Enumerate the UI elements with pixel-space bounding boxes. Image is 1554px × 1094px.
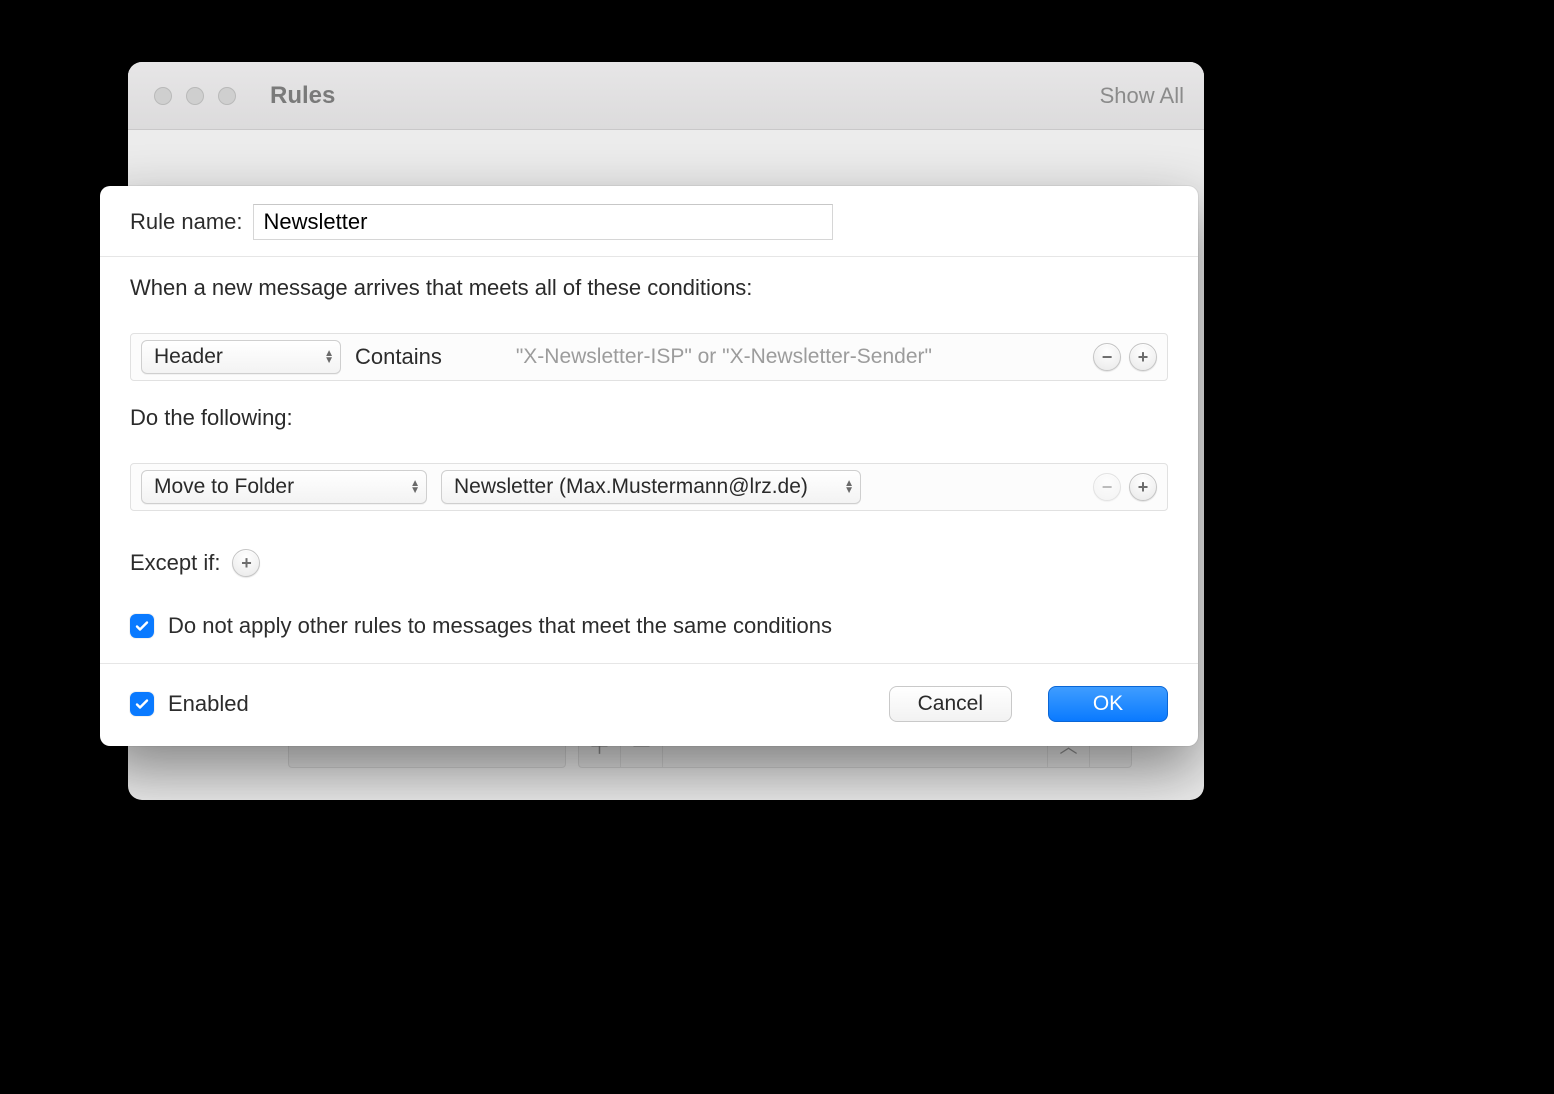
zoom-window-icon[interactable] bbox=[218, 87, 236, 105]
rule-body-section: When a new message arrives that meets al… bbox=[100, 257, 1198, 663]
condition-value-placeholder[interactable]: "X-Newsletter-ISP" or "X-Newsletter-Send… bbox=[516, 345, 932, 369]
remove-condition-button[interactable]: − bbox=[1093, 343, 1121, 371]
window-titlebar: Rules Show All bbox=[128, 62, 1204, 130]
action-row: Move to Folder ▲▼ Newsletter (Max.Muster… bbox=[130, 463, 1168, 511]
condition-field-value: Header bbox=[154, 345, 223, 369]
stop-processing-checkbox[interactable] bbox=[130, 614, 154, 638]
action-type-popup[interactable]: Move to Folder ▲▼ bbox=[141, 470, 427, 504]
plus-icon: + bbox=[1138, 348, 1149, 366]
window-controls bbox=[154, 87, 236, 105]
except-if-label: Except if: bbox=[130, 550, 220, 576]
minus-icon: − bbox=[1102, 348, 1113, 366]
enabled-row: Enabled bbox=[130, 691, 249, 717]
rule-name-section: Rule name: bbox=[100, 186, 1198, 256]
remove-action-button: − bbox=[1093, 473, 1121, 501]
action-type-value: Move to Folder bbox=[154, 475, 294, 499]
show-all-button[interactable]: Show All bbox=[1100, 83, 1184, 109]
condition-operator-label: Contains bbox=[355, 344, 442, 370]
add-action-button[interactable]: + bbox=[1129, 473, 1157, 501]
add-exception-button[interactable]: + bbox=[232, 549, 260, 577]
plus-icon: + bbox=[1138, 478, 1149, 496]
actions-heading: Do the following: bbox=[130, 405, 1168, 431]
enabled-checkbox[interactable] bbox=[130, 692, 154, 716]
cancel-button[interactable]: Cancel bbox=[889, 686, 1012, 722]
stop-processing-label: Do not apply other rules to messages tha… bbox=[168, 613, 832, 639]
stepper-arrows-icon: ▲▼ bbox=[844, 480, 854, 494]
close-window-icon[interactable] bbox=[154, 87, 172, 105]
stepper-arrows-icon: ▲▼ bbox=[324, 350, 334, 364]
enabled-label: Enabled bbox=[168, 691, 249, 717]
minus-icon: − bbox=[1102, 478, 1113, 496]
except-if-row: Except if: + bbox=[130, 549, 1168, 577]
minimize-window-icon[interactable] bbox=[186, 87, 204, 105]
stop-processing-row: Do not apply other rules to messages tha… bbox=[130, 613, 1168, 639]
ok-button[interactable]: OK bbox=[1048, 686, 1168, 722]
check-icon bbox=[134, 618, 150, 634]
rule-name-label: Rule name: bbox=[130, 209, 243, 235]
sheet-footer: Enabled Cancel OK bbox=[100, 663, 1198, 746]
window-title: Rules bbox=[270, 82, 335, 110]
add-condition-button[interactable]: + bbox=[1129, 343, 1157, 371]
conditions-heading: When a new message arrives that meets al… bbox=[130, 275, 1168, 301]
check-icon bbox=[134, 696, 150, 712]
edit-rule-sheet: Rule name: When a new message arrives th… bbox=[100, 186, 1198, 746]
plus-icon: + bbox=[241, 554, 252, 572]
action-target-popup[interactable]: Newsletter (Max.Mustermann@lrz.de) ▲▼ bbox=[441, 470, 861, 504]
condition-field-popup[interactable]: Header ▲▼ bbox=[141, 340, 341, 374]
condition-row: Header ▲▼ Contains "X-Newsletter-ISP" or… bbox=[130, 333, 1168, 381]
action-target-value: Newsletter (Max.Mustermann@lrz.de) bbox=[454, 475, 808, 499]
stepper-arrows-icon: ▲▼ bbox=[410, 480, 420, 494]
rule-name-input[interactable] bbox=[253, 204, 833, 240]
